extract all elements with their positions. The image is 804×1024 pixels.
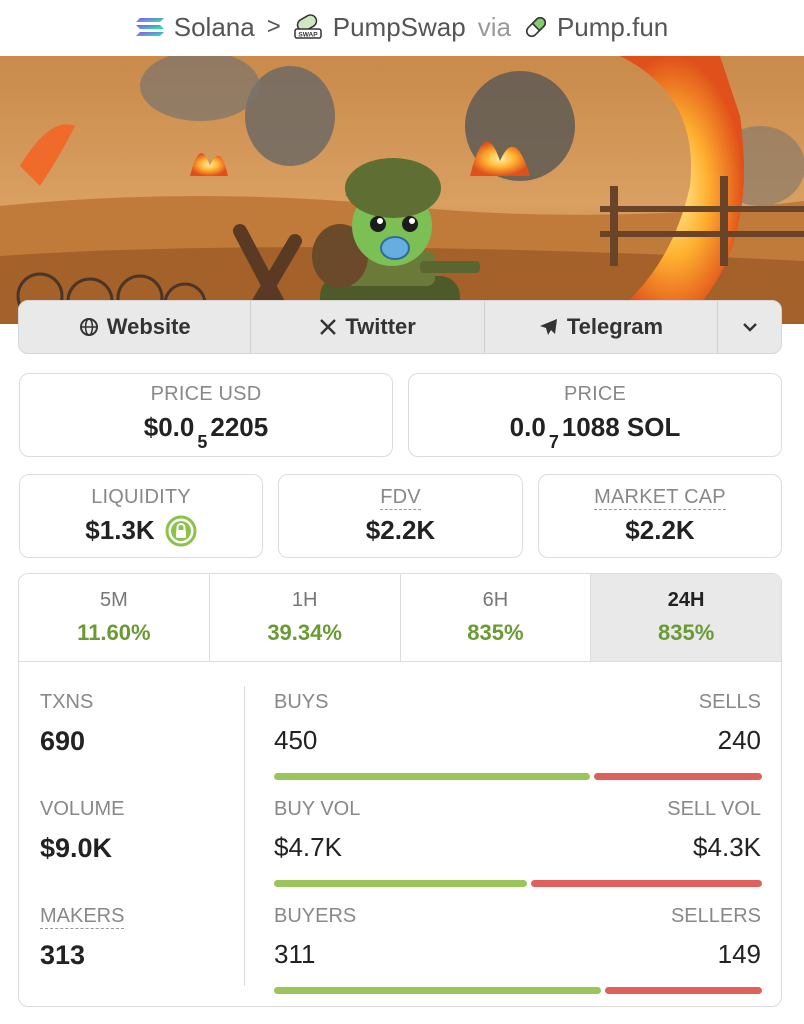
tab-1h[interactable]: 1H 39.34% <box>210 574 401 661</box>
volume-value: $9.0K <box>40 833 113 863</box>
breadcrumb: Solana > SWAP PumpSwap via Pump.fun <box>0 0 804 54</box>
buys-label: BUYS <box>274 691 329 713</box>
volume-ratio-bar <box>274 880 762 887</box>
buy-vol-label: BUY VOL <box>274 798 361 820</box>
sell-vol-label: SELL VOL <box>667 798 761 820</box>
price-usd-zeros: 5 <box>197 432 208 452</box>
buyers-value: 311 <box>274 939 316 969</box>
telegram-plane-icon <box>539 319 557 335</box>
market-cap-label[interactable]: MARKET CAP <box>594 486 726 510</box>
price-usd-label: PRICE USD <box>150 383 262 405</box>
tab-label: 1H <box>291 589 318 611</box>
liquidity-value: $1.3K <box>85 515 155 545</box>
buys-value: 450 <box>274 725 318 755</box>
liquidity-label: LIQUIDITY <box>91 485 191 508</box>
tab-change-value: 835% <box>657 620 715 645</box>
price-usd-digits: 2205 <box>210 412 269 442</box>
makers-ratio-bar <box>274 987 762 994</box>
price-usd-prefix: $0.0 <box>143 412 195 442</box>
price-native-card: PRICE 0.0 7 1088 SOL <box>408 373 782 457</box>
makers-label[interactable]: MAKERS <box>40 905 125 929</box>
price-native-zeros: 7 <box>548 432 559 452</box>
launchpad-link[interactable]: Pump.fun <box>557 12 668 43</box>
solana-logo-icon <box>135 18 164 36</box>
tab-24h[interactable]: 24H 835% <box>591 574 781 661</box>
trading-stats-panel: 5M 11.60% 1H 39.34% 6H 835% 24H 835% TXN… <box>18 573 782 1007</box>
website-label: Website <box>106 314 191 339</box>
fdv-value: $2.2K <box>365 515 436 545</box>
tab-label: 24H <box>667 589 705 611</box>
via-text: via <box>477 11 511 42</box>
token-banner-image <box>0 56 804 324</box>
sellers-label: SELLERS <box>670 905 761 927</box>
txns-value: 690 <box>40 726 86 756</box>
tab-change-value: 39.34% <box>267 620 342 645</box>
x-logo-icon <box>320 319 337 335</box>
price-native-prefix: 0.0 <box>509 412 546 442</box>
twitter-button[interactable]: Twitter <box>251 301 485 353</box>
social-links-bar: Website Twitter Telegram <box>18 300 782 354</box>
makers-value: 313 <box>40 940 86 970</box>
chevron-down-icon <box>742 323 757 332</box>
buy-bar-segment <box>274 880 527 887</box>
sellers-value: 149 <box>717 939 761 969</box>
fdv-label[interactable]: FDV <box>380 486 421 510</box>
price-usd-card: PRICE USD $0.0 5 2205 <box>19 373 393 457</box>
price-usd-value: $0.0 5 2205 <box>143 412 269 452</box>
tab-6h[interactable]: 6H 835% <box>401 574 592 661</box>
txns-label: TXNS <box>40 691 94 713</box>
tab-5m[interactable]: 5M 11.60% <box>19 574 210 661</box>
stats-divider <box>244 686 245 986</box>
telegram-button[interactable]: Telegram <box>485 301 719 353</box>
sell-bar-segment <box>531 880 762 887</box>
buys-sells-ratio-bar <box>274 773 762 780</box>
sell-bar-segment <box>594 773 762 780</box>
chain-link[interactable]: Solana <box>174 12 255 43</box>
buy-vol-value: $4.7K <box>274 832 342 862</box>
price-native-digits: 1088 SOL <box>561 412 681 442</box>
tab-change-value: 835% <box>467 620 524 645</box>
sell-bar-segment <box>605 987 762 994</box>
liquidity-lock-icon[interactable] <box>165 515 197 547</box>
tab-label: 5M <box>99 589 128 611</box>
buy-bar-segment <box>274 773 590 780</box>
buy-bar-segment <box>274 987 601 994</box>
timeframe-tabs: 5M 11.60% 1H 39.34% 6H 835% 24H 835% <box>19 574 781 662</box>
market-cap-card: MARKET CAP $2.2K <box>538 474 782 558</box>
telegram-label: Telegram <box>566 314 664 339</box>
price-native-label: PRICE <box>563 383 627 405</box>
liquidity-card: LIQUIDITY $1.3K <box>19 474 263 558</box>
market-cap-value: $2.2K <box>625 515 695 545</box>
price-native-value: 0.0 7 1088 SOL <box>509 412 681 452</box>
sells-label: SELLS <box>698 691 761 713</box>
pumpswap-logo-icon: SWAP <box>293 14 322 39</box>
stats-grid: TXNS 690 VOLUME $9.0K MAKERS 313 BUYS SE… <box>19 662 781 1006</box>
sells-value: 240 <box>717 725 761 755</box>
dex-link[interactable]: PumpSwap <box>333 12 466 43</box>
tab-change-value: 11.60% <box>77 620 151 645</box>
globe-icon <box>79 318 98 336</box>
breadcrumb-separator: > <box>266 13 281 40</box>
svg-text:SWAP: SWAP <box>298 32 318 39</box>
fdv-card: FDV $2.2K <box>278 474 523 558</box>
sell-vol-value: $4.3K <box>693 832 761 862</box>
buyers-label: BUYERS <box>274 905 357 927</box>
pumpfun-pill-icon <box>525 16 546 38</box>
volume-label: VOLUME <box>40 798 125 820</box>
tab-label: 6H <box>482 589 509 611</box>
more-links-button[interactable] <box>718 301 781 353</box>
website-button[interactable]: Website <box>19 301 252 353</box>
twitter-label: Twitter <box>345 314 416 339</box>
